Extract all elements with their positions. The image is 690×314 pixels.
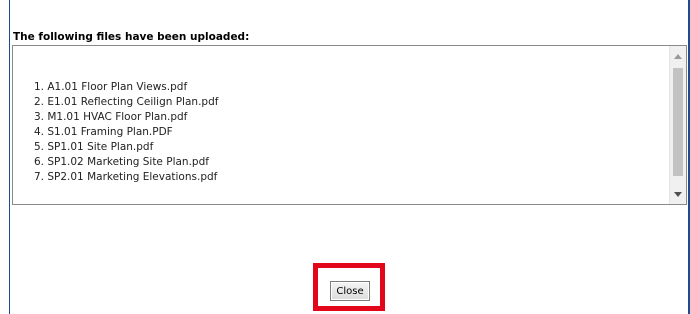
dialog-left-border	[9, 0, 10, 314]
list-item: 1. A1.01 Floor Plan Views.pdf	[34, 81, 188, 93]
list-item: 5. SP1.01 Site Plan.pdf	[34, 141, 154, 153]
uploaded-files-list[interactable]: 1. A1.01 Floor Plan Views.pdf 2. E1.01 R…	[12, 45, 687, 205]
vertical-scrollbar[interactable]	[669, 46, 686, 204]
list-item: 7. SP2.01 Marketing Elevations.pdf	[34, 171, 218, 183]
list-item: 4. S1.01 Framing Plan.PDF	[34, 126, 173, 138]
file-list: 1. A1.01 Floor Plan Views.pdf 2. E1.01 R…	[34, 80, 218, 185]
close-button[interactable]: Close	[330, 281, 370, 301]
list-item: 3. M1.01 HVAC Floor Plan.pdf	[34, 111, 188, 123]
upload-result-dialog: The following files have been uploaded: …	[0, 0, 690, 314]
list-item: 2. E1.01 Reflecting Ceilign Plan.pdf	[34, 96, 219, 108]
scrollbar-thumb[interactable]	[673, 68, 683, 176]
scroll-up-arrow-icon[interactable]	[670, 48, 686, 64]
list-item: 6. SP1.02 Marketing Site Plan.pdf	[34, 156, 209, 168]
scroll-down-arrow-icon[interactable]	[670, 186, 686, 202]
dialog-heading: The following files have been uploaded:	[13, 31, 250, 43]
